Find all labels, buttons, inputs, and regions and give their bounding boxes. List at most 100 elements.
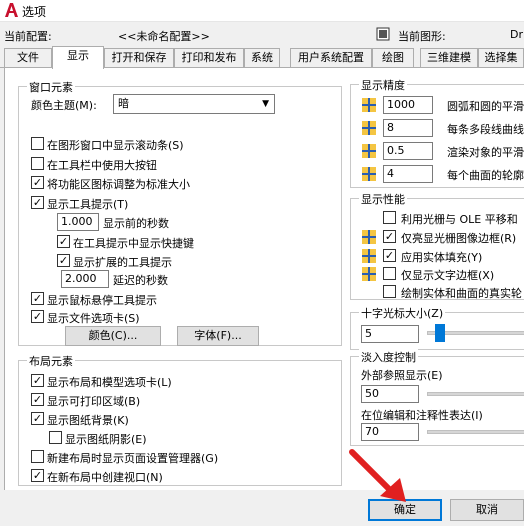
file-tabs-checkbox[interactable]: ✓ [31,310,44,323]
solid-fill-label: 应用实体填充(Y) [401,251,483,264]
tooltips-checkbox[interactable]: ✓ [31,196,44,209]
display-performance-title: 显示性能 [359,191,407,207]
crosshair-size-input[interactable]: 5 [361,325,419,343]
annotation-arrow-icon [349,449,406,502]
raster-ole-checkbox[interactable] [383,211,396,224]
display-resolution-title: 显示精度 [359,77,407,93]
extended-tooltips-checkbox[interactable]: ✓ [57,254,70,267]
layout-elements-group: 布局元素 ✓ 显示布局和模型选项卡(L) ✓ 显示可打印区域(B) ✓ 显示图纸… [18,353,342,486]
polyline-segments-input[interactable]: 8 [383,119,433,137]
silhouettes-label: 绘制实体和曲面的真实轮 [401,287,522,300]
layout-model-tabs-label: 显示布局和模型选项卡(L) [47,376,172,389]
solid-fill-icon [362,249,376,263]
tab-user-preferences[interactable]: 用户系统配置 [290,48,372,67]
inplace-edit-slider-track[interactable] [427,430,524,434]
contour-lines-icon [362,167,376,181]
paper-shadow-checkbox[interactable] [49,431,62,444]
tab-drafting[interactable]: 绘图 [372,48,414,67]
render-smoothness-label: 渲染对象的平滑 [447,146,524,159]
paper-background-checkbox[interactable]: ✓ [31,412,44,425]
tab-selection[interactable]: 选择集 [478,48,524,67]
inplace-edit-label: 在位编辑和注释性表达(I) [361,409,483,422]
raster-ole-label: 利用光栅与 OLE 平移和 [401,213,518,226]
arc-smoothness-input[interactable]: 1000 [383,96,433,114]
shortcut-keys-label: 在工具提示中显示快捷键 [73,237,194,250]
contour-lines-input[interactable]: 4 [383,165,433,183]
current-config-label: 当前配置: [4,30,52,43]
scrollbars-label: 在图形窗口中显示滚动条(S) [47,139,184,152]
colors-button[interactable]: 颜色(C)... [65,326,161,346]
chevron-down-icon: ▼ [262,99,269,109]
render-smoothness-input[interactable]: 0.5 [383,142,433,160]
text-boundary-checkbox[interactable] [383,267,396,280]
drawing-icon [376,27,390,41]
autocad-logo-icon [3,2,19,18]
delay-seconds-label: 延迟的秒数 [113,274,168,287]
raster-frame-label: 仅亮显光栅图像边框(R) [401,232,517,245]
fade-control-title: 淡入度控制 [359,349,418,365]
extended-tooltips-label: 显示扩展的工具提示 [73,256,172,269]
contour-lines-label: 每个曲面的轮廓 [447,169,524,182]
window-elements-group: 窗口元素 颜色主题(M): 暗 ▼ 在图形窗口中显示滚动条(S) 在工具栏中使用… [18,79,342,346]
page-setup-manager-label: 新建布局时显示页面设置管理器(G) [47,452,219,465]
current-drawing-value: Dr [510,28,523,41]
crosshair-size-group: 十字光标大小(Z) 5 [350,305,524,350]
crosshair-size-slider-thumb[interactable] [435,324,445,342]
color-theme-select[interactable]: 暗 ▼ [113,94,275,114]
tab-bar: 文件 显示 打开和保存 打印和发布 系统 用户系统配置 绘图 三维建模 选择集 [0,46,524,69]
seconds-before-input[interactable]: 1.000 [57,213,99,231]
arc-smoothness-icon [362,98,376,112]
xref-display-label: 外部参照显示(E) [361,369,443,382]
tab-display[interactable]: 显示 [52,46,104,69]
inplace-edit-input[interactable]: 70 [361,423,419,441]
arc-smoothness-label: 圆弧和圆的平滑 [447,100,524,113]
fade-control-group: 淡入度控制 外部参照显示(E) 50 在位编辑和注释性表达(I) 70 [350,349,524,446]
page-setup-manager-checkbox[interactable] [31,450,44,463]
xref-display-input[interactable]: 50 [361,385,419,403]
create-viewport-checkbox[interactable]: ✓ [31,469,44,482]
tooltips-label: 显示工具提示(T) [47,198,129,211]
shortcut-keys-checkbox[interactable]: ✓ [57,235,70,248]
polyline-segments-icon [362,121,376,135]
window-elements-title: 窗口元素 [27,79,75,95]
raster-frame-checkbox[interactable]: ✓ [383,230,396,243]
display-resolution-group: 显示精度 1000 圆弧和圆的平滑 8 每条多段线曲线 0.5 渲染对象的平滑 … [350,77,524,188]
polyline-segments-label: 每条多段线曲线 [447,123,524,136]
display-performance-group: 显示性能 利用光栅与 OLE 平移和 ✓ 仅亮显光栅图像边框(R) ✓ 应用实体… [350,191,524,300]
large-buttons-label: 在工具栏中使用大按钮 [47,159,157,172]
tab-plot-publish[interactable]: 打印和发布 [174,48,244,67]
delay-seconds-input[interactable]: 2.000 [61,270,109,288]
xref-display-slider-track[interactable] [427,392,524,396]
rollover-tooltips-checkbox[interactable]: ✓ [31,292,44,305]
color-theme-value: 暗 [118,97,129,110]
fonts-button[interactable]: 字体(F)... [177,326,259,346]
paper-shadow-label: 显示图纸阴影(E) [65,433,147,446]
file-tabs-label: 显示文件选项卡(S) [47,312,140,325]
crosshair-size-title: 十字光标大小(Z) [359,305,446,321]
current-config-value: <<未命名配置>> [118,30,210,43]
layout-model-tabs-checkbox[interactable]: ✓ [31,374,44,387]
scrollbars-checkbox[interactable] [31,137,44,150]
rollover-tooltips-label: 显示鼠标悬停工具提示 [47,294,157,307]
current-drawing-label: 当前图形: [398,30,446,43]
layout-elements-title: 布局元素 [27,353,75,369]
window-title: 选项 [22,5,47,19]
solid-fill-checkbox[interactable]: ✓ [383,249,396,262]
ribbon-icons-label: 将功能区图标调整为标准大小 [47,178,190,191]
tab-open-save[interactable]: 打开和保存 [104,48,174,67]
tab-system[interactable]: 系统 [244,48,280,67]
tab-files[interactable]: 文件 [4,48,52,67]
text-boundary-label: 仅显示文字边框(X) [401,269,495,282]
seconds-before-label: 显示前的秒数 [103,217,169,230]
ribbon-icons-checkbox[interactable]: ✓ [31,176,44,189]
large-buttons-checkbox[interactable] [31,157,44,170]
paper-background-label: 显示图纸背景(K) [47,414,129,427]
text-boundary-icon [362,267,376,281]
silhouettes-checkbox[interactable] [383,285,396,298]
tab-3d-modeling[interactable]: 三维建模 [420,48,478,67]
printable-area-checkbox[interactable]: ✓ [31,393,44,406]
raster-frame-icon [362,230,376,244]
color-theme-label: 颜色主题(M): [31,99,97,112]
title-bar: 选项 [0,0,524,22]
cancel-button[interactable]: 取消 [450,499,524,521]
